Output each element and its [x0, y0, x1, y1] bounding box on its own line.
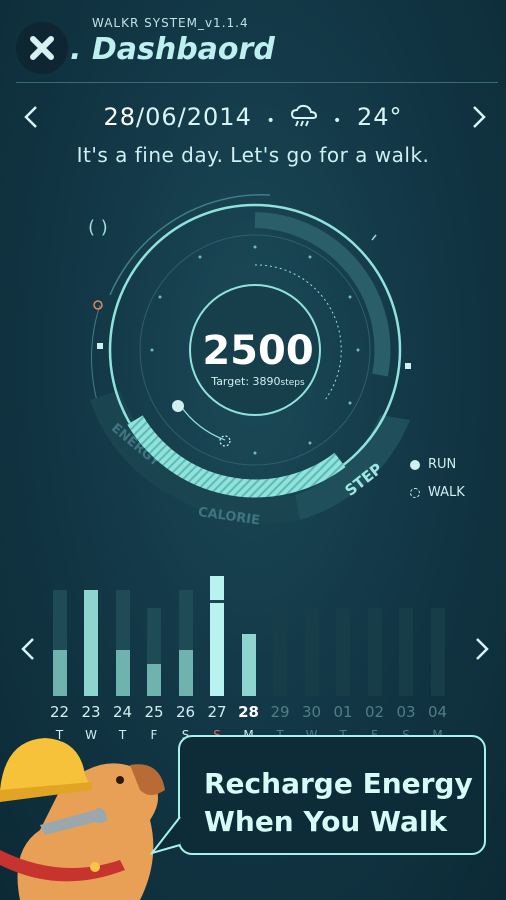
legend-walk-label: WALK [428, 485, 465, 500]
walk-dot-icon [410, 487, 420, 498]
rain-cloud-icon [291, 104, 318, 127]
day-bar-fill[interactable] [115, 650, 130, 696]
day-bar-track [336, 608, 351, 696]
target-label: Target: 3890 [211, 375, 281, 388]
day-date-label: 02 [364, 703, 385, 721]
weekly-steps-chart: 22T23W24T25F26S27S28M29T30W01T02F03S04M [44, 574, 462, 754]
tagline: It's a fine day. Let's go for a walk. [76, 143, 430, 167]
day-date-label: 23 [81, 703, 101, 721]
promo-line-1: Recharge Energy [204, 767, 473, 800]
separator: • [333, 113, 343, 129]
marker-square-right [405, 363, 411, 369]
separator: • [266, 113, 276, 129]
day-date-label: 30 [301, 703, 322, 721]
date-day: 28 [103, 103, 137, 131]
header-divider [16, 82, 498, 83]
marker-square-left [97, 343, 103, 349]
day-date-label: 22 [49, 703, 70, 721]
day-date-label: 26 [175, 703, 196, 721]
walk-marker [219, 435, 231, 447]
legend-run: RUN [410, 457, 456, 472]
run-arc [179, 404, 226, 441]
day-bar-track [399, 608, 414, 696]
day-bar-track [273, 608, 288, 696]
temperature: 24° [356, 103, 403, 131]
day-date-label: 27 [207, 703, 227, 721]
legend-run-label: RUN [428, 457, 457, 472]
run-dot-icon [410, 459, 420, 470]
day-bar-track [304, 608, 319, 696]
run-marker [172, 400, 184, 412]
day-bar-track [430, 608, 445, 696]
day-date-label: 28 [238, 703, 259, 721]
date-month-year: /06/2014 [136, 103, 252, 131]
date-weather-row: 28/06/2014 • • 24° [0, 103, 506, 131]
promo-line-2: When You Walk [204, 805, 448, 838]
system-version-label: WALKR SYSTEM_v1.1.4 [92, 16, 249, 30]
day-bar-fill[interactable] [147, 663, 162, 696]
day-bar-fill[interactable] [178, 650, 193, 696]
tick-mark [371, 234, 377, 241]
orbit-dot [93, 300, 103, 310]
step-count: 2500 [202, 328, 314, 374]
day-bar-fill[interactable] [241, 633, 256, 696]
bracket-left: ( ) [88, 217, 108, 238]
day-bar-cap [210, 600, 225, 603]
prev-week-button[interactable] [20, 636, 36, 666]
day-date-label: 24 [112, 703, 133, 721]
day-date-label: 29 [270, 703, 290, 721]
close-button[interactable] [16, 22, 68, 74]
day-date-label: 03 [396, 703, 416, 721]
chevron-left-icon [21, 638, 34, 660]
day-bar-fill[interactable] [84, 590, 99, 696]
target-unit: steps [280, 378, 305, 388]
legend-walk: WALK [410, 485, 465, 500]
outer-arc [109, 194, 271, 296]
bubble-tail [150, 816, 181, 855]
day-date-label: 04 [427, 703, 448, 721]
promo-text: Recharge Energy When You Walk [204, 765, 484, 841]
target-steps: Target: 3890steps [158, 375, 358, 388]
page-title: . Dashbaord [70, 32, 275, 67]
close-icon [30, 36, 54, 60]
chevron-right-icon [476, 638, 489, 660]
day-bar-fill[interactable] [52, 650, 67, 696]
collar-tag [90, 862, 100, 872]
next-week-button[interactable] [474, 636, 490, 666]
day-date-label: 01 [333, 703, 353, 721]
dog-eye [116, 776, 124, 784]
day-bar-track [367, 608, 382, 696]
day-bar-fill[interactable] [210, 576, 225, 696]
day-date-label: 25 [144, 703, 164, 721]
